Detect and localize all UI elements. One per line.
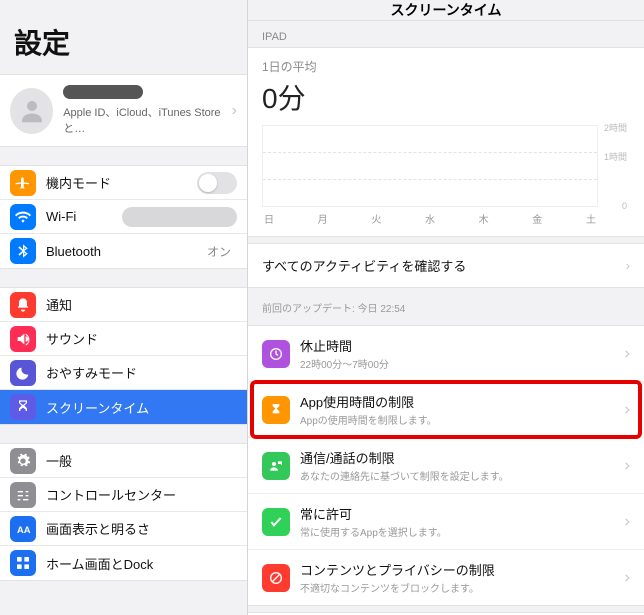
avg-label: 1日の平均 xyxy=(262,58,630,75)
sidebar-item-airplane[interactable]: 機内モード xyxy=(0,166,247,200)
all-activity-row[interactable]: すべてのアクティビティを確認する › xyxy=(248,244,644,287)
chevron-right-icon: › xyxy=(625,457,630,475)
downtime-title: 休止時間 xyxy=(300,336,389,355)
content-title: コンテンツとプライバシーの制限 xyxy=(300,560,495,579)
sidebar-item-wifi[interactable]: Wi-Fi xyxy=(0,200,247,234)
svg-text:AA: AA xyxy=(17,525,31,535)
wifi-icon xyxy=(10,204,36,230)
profile-name-redacted xyxy=(63,85,143,99)
device-label: IPAD xyxy=(248,21,644,47)
chevron-right-icon: › xyxy=(625,513,630,531)
nosign-icon xyxy=(262,564,290,592)
comm-sub: あなたの連絡先に基づいて制限を設定します。 xyxy=(300,468,509,483)
sidebar-item-dnd[interactable]: おやすみモード xyxy=(0,356,247,390)
always-allow-row[interactable]: 常に許可 常に使用するAppを選択します。 › xyxy=(248,494,644,550)
sidebar-group-general: 一般 コントロールセンター AA 画面表示と明るさ ホーム画面とDock xyxy=(0,443,247,581)
check-icon xyxy=(262,508,290,536)
speaker-icon xyxy=(10,326,36,352)
comm-limit-row[interactable]: 通信/通話の制限 あなたの連絡先に基づいて制限を設定します。 › xyxy=(248,438,644,494)
chevron-right-icon: › xyxy=(625,401,630,419)
last-update: 前回のアップデート: 今日 22:54 xyxy=(248,294,644,325)
app-limit-sub: Appの使用時間を制限します。 xyxy=(300,412,437,427)
bluetooth-icon xyxy=(10,238,36,264)
downtime-row[interactable]: 休止時間 22時00分〜7時00分 › xyxy=(248,326,644,382)
app-limit-title: App使用時間の制限 xyxy=(300,392,437,411)
bluetooth-value: オン xyxy=(207,243,237,260)
daily-average-card: 1日の平均 0分 2時間 1時間 0 日 月 火 水 木 金 土 xyxy=(248,47,644,237)
hourglass-icon xyxy=(262,396,290,424)
airplane-icon xyxy=(10,170,36,196)
avatar xyxy=(10,88,53,134)
sidebar-item-screentime[interactable]: スクリーンタイム xyxy=(0,390,247,424)
sidebar-item-home[interactable]: ホーム画面とDock xyxy=(0,546,247,580)
chevron-right-icon: › xyxy=(232,102,237,120)
content-privacy-row[interactable]: コンテンツとプライバシーの制限 不適切なコンテンツをブロックします。 › xyxy=(248,550,644,605)
cc-label: コントロールセンター xyxy=(46,485,176,504)
sound-label: サウンド xyxy=(46,329,98,348)
ytick-0: 0 xyxy=(622,201,627,211)
all-activity-card: すべてのアクティビティを確認する › xyxy=(248,243,644,288)
notifications-label: 通知 xyxy=(46,295,72,314)
app-limit-row[interactable]: App使用時間の制限 Appの使用時間を制限します。 › xyxy=(248,382,644,438)
dnd-label: おやすみモード xyxy=(46,363,137,382)
bluetooth-label: Bluetooth xyxy=(46,244,101,259)
content-sub: 不適切なコンテンツをブロックします。 xyxy=(300,580,495,595)
limits-card: 休止時間 22時00分〜7時00分 › App使用時間の制限 Appの使用時間を… xyxy=(248,325,644,606)
sidebar-item-notifications[interactable]: 通知 xyxy=(0,288,247,322)
display-label: 画面表示と明るさ xyxy=(46,519,150,538)
sidebar-group-network: 機内モード Wi-Fi Bluetooth オン xyxy=(0,165,247,269)
sidebar-item-control-center[interactable]: コントロールセンター xyxy=(0,478,247,512)
settings-sidebar: 設定 Apple ID、iCloud、iTunes Storeと… › 機内モー… xyxy=(0,0,248,615)
settings-title: 設定 xyxy=(0,0,247,74)
wifi-label: Wi-Fi xyxy=(46,209,76,224)
general-label: 一般 xyxy=(46,451,72,470)
profile-subtitle: Apple ID、iCloud、iTunes Storeと… xyxy=(63,104,231,136)
grid-icon xyxy=(10,550,36,576)
downtime-icon xyxy=(262,340,290,368)
chevron-right-icon: › xyxy=(626,258,630,273)
sidebar-item-general[interactable]: 一般 xyxy=(0,444,247,478)
comm-title: 通信/通話の制限 xyxy=(300,448,509,467)
chevron-right-icon: › xyxy=(625,569,630,587)
page-title: スクリーンタイム xyxy=(248,0,644,21)
sliders-icon xyxy=(10,482,36,508)
always-title: 常に許可 xyxy=(300,504,447,523)
downtime-sub: 22時00分〜7時00分 xyxy=(300,356,389,371)
always-sub: 常に使用するAppを選択します。 xyxy=(300,524,447,539)
avg-value: 0分 xyxy=(262,77,630,117)
airplane-toggle[interactable] xyxy=(197,172,237,194)
moon-icon xyxy=(10,360,36,386)
airplane-label: 機内モード xyxy=(46,173,111,192)
chevron-right-icon: › xyxy=(625,345,630,363)
sidebar-item-bluetooth[interactable]: Bluetooth オン xyxy=(0,234,247,268)
wifi-value-redacted xyxy=(122,207,237,227)
sidebar-item-display[interactable]: AA 画面表示と明るさ xyxy=(0,512,247,546)
usage-chart: 2時間 1時間 0 xyxy=(262,125,598,207)
bell-icon xyxy=(10,292,36,318)
person-bubble-icon xyxy=(262,452,290,480)
ytick-1h: 1時間 xyxy=(604,150,627,163)
ytick-2h: 2時間 xyxy=(604,121,627,134)
aa-icon: AA xyxy=(10,516,36,542)
chart-days: 日 月 火 水 木 金 土 xyxy=(262,207,598,226)
screentime-label: スクリーンタイム xyxy=(46,398,149,417)
hourglass-icon xyxy=(10,394,36,420)
sidebar-group-attention: 通知 サウンド おやすみモード スクリーンタイム xyxy=(0,287,247,425)
sidebar-item-sound[interactable]: サウンド xyxy=(0,322,247,356)
screentime-main: スクリーンタイム IPAD 1日の平均 0分 2時間 1時間 0 日 月 火 水… xyxy=(248,0,644,615)
home-label: ホーム画面とDock xyxy=(46,554,153,573)
apple-id-row[interactable]: Apple ID、iCloud、iTunes Storeと… › xyxy=(0,74,247,147)
gear-icon xyxy=(10,448,36,474)
all-activity-label: すべてのアクティビティを確認する xyxy=(262,256,466,275)
